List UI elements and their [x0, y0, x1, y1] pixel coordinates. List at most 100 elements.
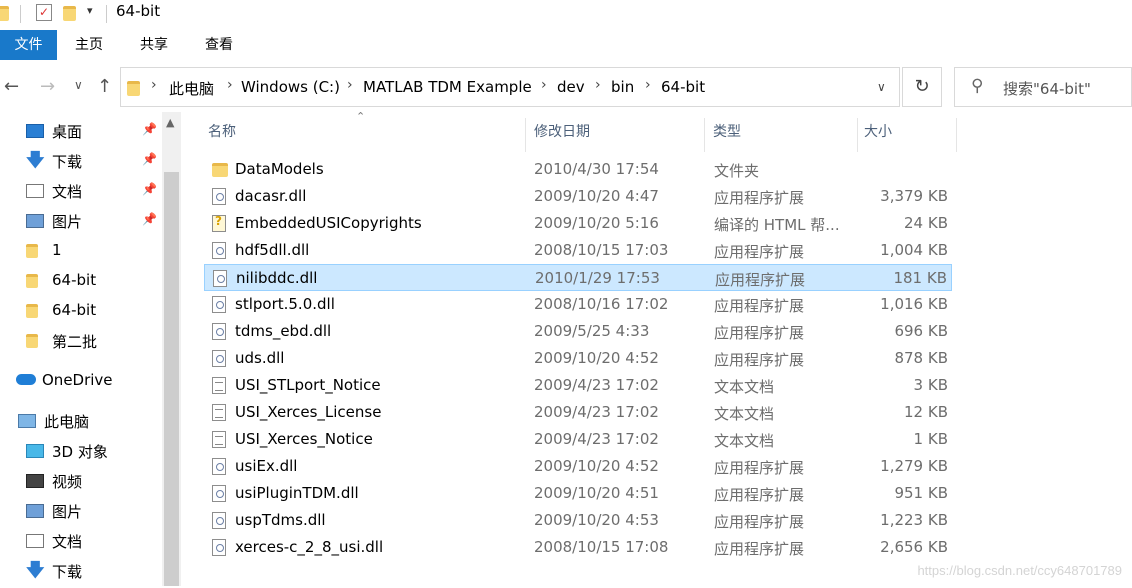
sidebar-item-label: 文档: [52, 181, 82, 202]
column-header-size[interactable]: 大小: [864, 120, 892, 156]
pin-icon[interactable]: 📌: [142, 152, 157, 166]
search-box[interactable]: ⚲ 搜索"64-bit": [954, 67, 1132, 107]
file-row[interactable]: USI_Xerces_License2009/4/23 17:02文本文档12 …: [204, 399, 952, 426]
sidebar-item-label: OneDrive: [42, 371, 113, 389]
sidebar-item-cube[interactable]: 3D 对象: [0, 436, 162, 466]
chevron-right-icon[interactable]: ›: [227, 77, 233, 93]
file-row[interactable]: EmbeddedUSICopyrights2009/10/20 5:16编译的 …: [204, 210, 952, 237]
file-size: 181 KB: [893, 269, 947, 287]
download-icon: 🡇: [26, 148, 45, 178]
breadcrumb-bin[interactable]: bin: [611, 78, 634, 96]
file-row[interactable]: uspTdms.dll2009/10/20 4:53应用程序扩展1,223 KB: [204, 507, 952, 534]
sidebar-item-folder[interactable]: 1: [0, 236, 162, 266]
sidebar-item-label: 64-bit: [52, 301, 96, 319]
sidebar-item-computer[interactable]: 此电脑: [0, 406, 162, 436]
search-input[interactable]: 搜索"64-bit": [1003, 78, 1091, 99]
file-row[interactable]: USI_STLport_Notice2009/4/23 17:02文本文档3 K…: [204, 372, 952, 399]
sidebar-scrollbar[interactable]: ▲: [162, 112, 181, 586]
pin-icon[interactable]: 📌: [142, 122, 157, 136]
column-divider[interactable]: [956, 118, 957, 152]
column-header-date[interactable]: 修改日期: [534, 120, 590, 156]
file-type: 应用程序扩展: [714, 349, 804, 370]
file-size: 878 KB: [894, 349, 948, 367]
sidebar-item-picture[interactable]: 图片: [0, 496, 162, 526]
file-type: 文本文档: [714, 403, 774, 424]
document-icon: [26, 184, 44, 198]
file-name: nilibddc.dll: [236, 269, 317, 287]
sidebar-item-desktop[interactable]: 桌面📌: [0, 116, 162, 146]
refresh-icon[interactable]: ↻: [902, 67, 942, 107]
pin-icon[interactable]: 📌: [142, 212, 157, 226]
properties-icon[interactable]: ✓: [36, 4, 52, 21]
file-row[interactable]: xerces-c_2_8_usi.dll2008/10/15 17:08应用程序…: [204, 534, 952, 561]
tab-file[interactable]: 文件: [0, 30, 57, 60]
sidebar-item-picture[interactable]: 图片📌: [0, 206, 162, 236]
file-row[interactable]: uds.dll2009/10/20 4:52应用程序扩展878 KB: [204, 345, 952, 372]
tab-view[interactable]: 查看: [190, 30, 248, 60]
help-file-icon: [212, 215, 226, 232]
file-row[interactable]: nilibddc.dll2010/1/29 17:53应用程序扩展181 KB: [204, 264, 952, 291]
sidebar-item-label: 64-bit: [52, 271, 96, 289]
customize-toolbar-icon[interactable]: ▾: [87, 4, 93, 17]
sidebar-item-label: 3D 对象: [52, 441, 108, 462]
file-type: 应用程序扩展: [714, 295, 804, 316]
back-arrow-icon[interactable]: ←: [4, 76, 19, 97]
scrollbar-thumb[interactable]: [164, 172, 179, 586]
tab-home[interactable]: 主页: [62, 30, 116, 60]
dll-file-icon: [212, 350, 226, 367]
breadcrumb-64-bit[interactable]: 64-bit: [661, 78, 705, 96]
chevron-right-icon[interactable]: ›: [151, 77, 157, 93]
folder-icon: [26, 334, 38, 348]
file-row[interactable]: USI_Xerces_Notice2009/4/23 17:02文本文档1 KB: [204, 426, 952, 453]
sidebar-item-folder[interactable]: 64-bit: [0, 266, 162, 296]
dll-file-icon: [212, 188, 226, 205]
address-bar[interactable]: › 此电脑 › Windows (C:) › MATLAB TDM Exampl…: [120, 67, 900, 107]
sidebar-item-label: 第二批: [52, 331, 97, 352]
pin-icon[interactable]: 📌: [142, 182, 157, 196]
sidebar-item-folder[interactable]: 第二批: [0, 326, 162, 356]
breadcrumb-drive-c[interactable]: Windows (C:): [241, 78, 340, 96]
file-row[interactable]: usiEx.dll2009/10/20 4:52应用程序扩展1,279 KB: [204, 453, 952, 480]
column-header-type[interactable]: 类型: [713, 120, 741, 156]
forward-arrow-icon[interactable]: →: [40, 76, 55, 97]
address-dropdown-chevron-icon[interactable]: ∨: [877, 80, 886, 94]
breadcrumb-matlab-tdm-example[interactable]: MATLAB TDM Example: [363, 78, 532, 96]
file-row[interactable]: tdms_ebd.dll2009/5/25 4:33应用程序扩展696 KB: [204, 318, 952, 345]
folder-icon: [26, 304, 38, 318]
sidebar-item-cloud[interactable]: OneDrive: [0, 366, 162, 396]
column-header-name[interactable]: 名称: [208, 120, 236, 156]
column-divider[interactable]: [857, 118, 858, 152]
chevron-right-icon[interactable]: ›: [541, 77, 547, 93]
title-bar: ✓ ▾ 64-bit: [0, 0, 1132, 28]
sidebar-item-document[interactable]: 文档: [0, 526, 162, 556]
sidebar-item-download[interactable]: 🡇下载: [0, 556, 162, 586]
file-date: 2008/10/16 17:02: [534, 295, 668, 313]
up-arrow-icon[interactable]: ↑: [97, 76, 112, 97]
new-folder-icon[interactable]: [63, 6, 76, 21]
scroll-up-arrow-icon[interactable]: ▲: [166, 116, 174, 129]
file-type: 应用程序扩展: [714, 511, 804, 532]
chevron-right-icon[interactable]: ›: [347, 77, 353, 93]
file-date: 2009/10/20 4:52: [534, 457, 659, 475]
file-row[interactable]: DataModels2010/4/30 17:54文件夹: [204, 156, 952, 183]
sidebar-item-label: 视频: [52, 471, 82, 492]
sidebar-item-folder[interactable]: 64-bit: [0, 296, 162, 326]
breadcrumb-this-pc[interactable]: 此电脑: [169, 78, 214, 99]
file-row[interactable]: hdf5dll.dll2008/10/15 17:03应用程序扩展1,004 K…: [204, 237, 952, 264]
sidebar-item-video[interactable]: 视频: [0, 466, 162, 496]
sidebar-item-document[interactable]: 文档 📌: [0, 176, 162, 206]
file-row[interactable]: usiPluginTDM.dll2009/10/20 4:51应用程序扩展951…: [204, 480, 952, 507]
column-divider[interactable]: [704, 118, 705, 152]
dll-file-icon: [213, 270, 227, 287]
file-size: 1,016 KB: [880, 295, 948, 313]
file-name: EmbeddedUSICopyrights: [235, 214, 422, 232]
column-divider[interactable]: [525, 118, 526, 152]
breadcrumb-dev[interactable]: dev: [557, 78, 585, 96]
sidebar-item-download[interactable]: 🡇下载📌: [0, 146, 162, 176]
file-row[interactable]: stlport.5.0.dll2008/10/16 17:02应用程序扩展1,0…: [204, 291, 952, 318]
chevron-right-icon[interactable]: ›: [595, 77, 601, 93]
tab-share[interactable]: 共享: [126, 30, 182, 60]
recent-locations-chevron-icon[interactable]: ∨: [74, 78, 83, 92]
file-row[interactable]: dacasr.dll2009/10/20 4:47应用程序扩展3,379 KB: [204, 183, 952, 210]
chevron-right-icon[interactable]: ›: [645, 77, 651, 93]
